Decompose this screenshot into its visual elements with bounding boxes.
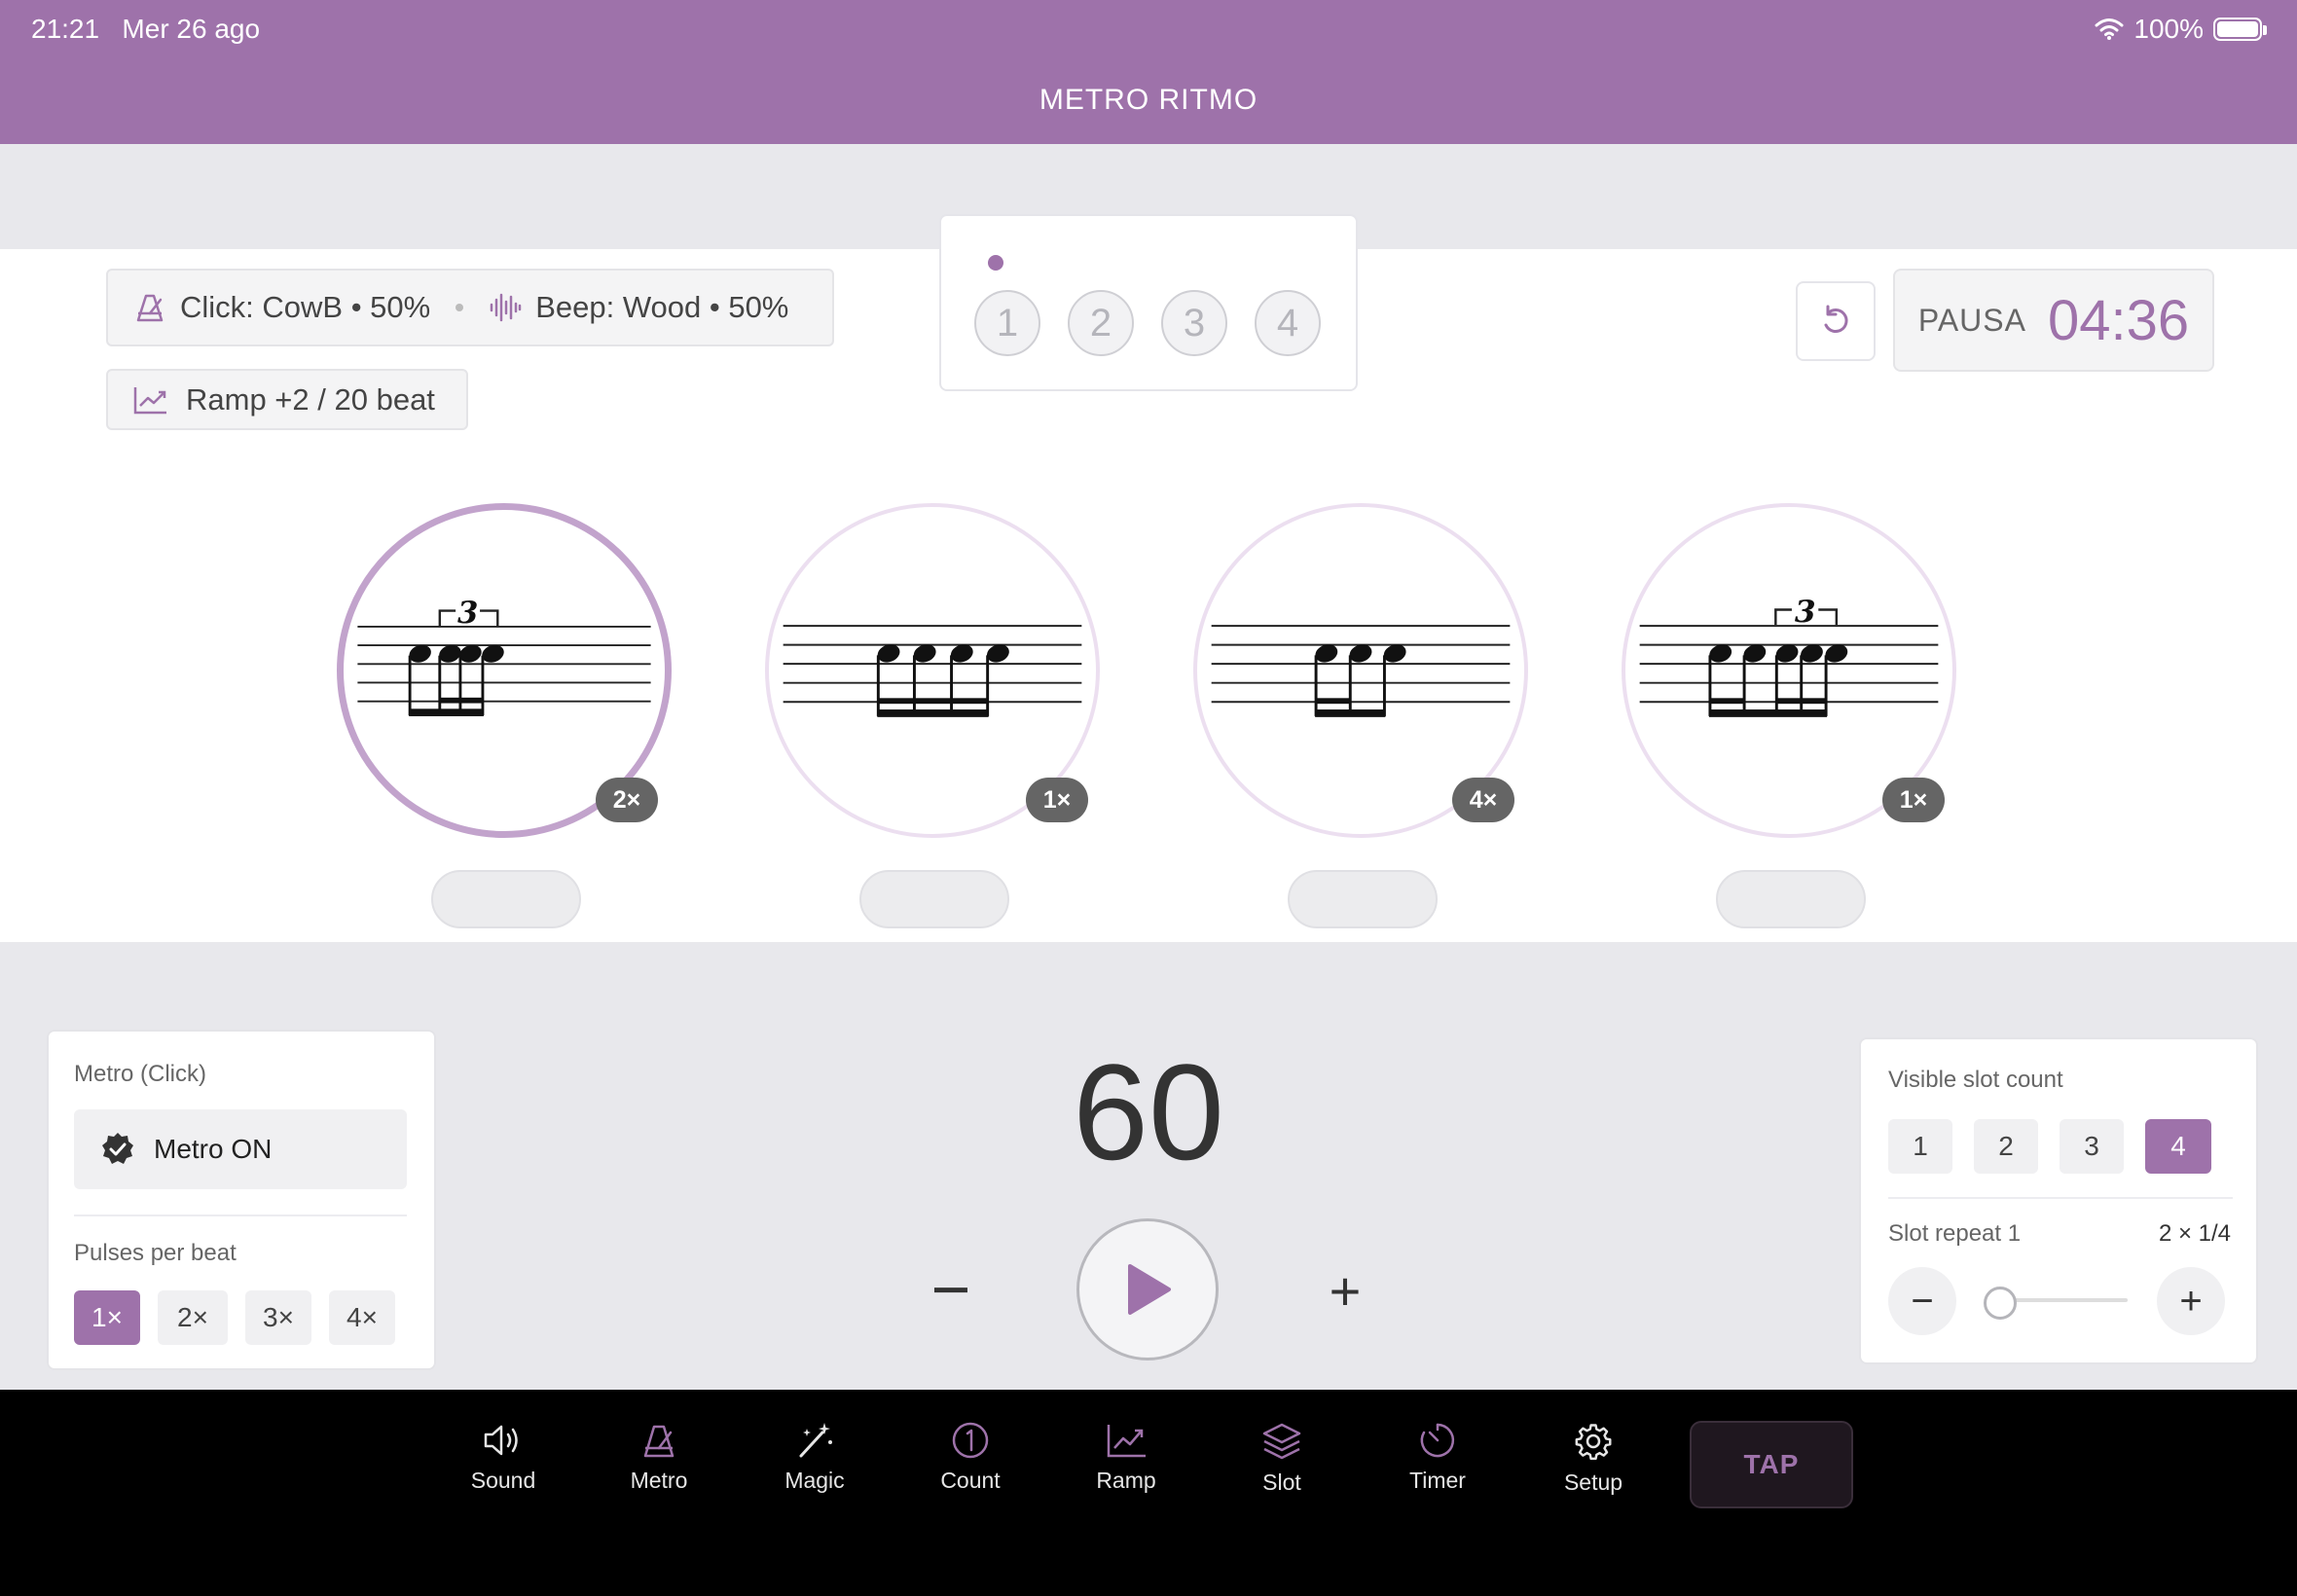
pulse-4x-button[interactable]: 4×	[329, 1290, 395, 1345]
nav-count[interactable]: Count	[907, 1421, 1034, 1494]
beat-3: 3	[1161, 290, 1227, 356]
tap-tempo-button[interactable]: TAP	[1690, 1421, 1853, 1508]
metro-card: Metro (Click) Metro ON Pulses per beat 1…	[47, 1030, 436, 1370]
slot-settings-card: Visible slot count 1 2 3 4 Slot repeat 1…	[1859, 1037, 2258, 1364]
magic-wand-icon	[799, 1423, 832, 1458]
nav-count-label: Count	[940, 1468, 1001, 1493]
metronome-icon	[136, 294, 164, 322]
bottom-nav: Sound Metro Magic Count Ramp Slot Timer …	[0, 1390, 2297, 1596]
slot-repeat-slider-track[interactable]	[2001, 1298, 2128, 1302]
status-clock: 21:21	[31, 14, 100, 44]
slot-4-repeat-badge[interactable]: 1×	[1882, 778, 1945, 822]
nav-metro[interactable]: Metro	[596, 1421, 722, 1494]
nav-slot[interactable]: Slot	[1219, 1421, 1345, 1496]
beat-2: 2	[1068, 290, 1134, 356]
nav-timer[interactable]: Timer	[1374, 1421, 1501, 1494]
slot-repeat-value: 2 × 1/4	[2158, 1220, 2231, 1247]
battery-percent: 100%	[2133, 14, 2204, 44]
timer-icon	[1420, 1423, 1455, 1458]
nav-sound-label: Sound	[470, 1468, 536, 1493]
timer-status-label: PAUSA	[1917, 302, 2026, 338]
reset-icon	[1824, 305, 1848, 333]
visible-slot-count-label: Visible slot count	[1888, 1067, 2063, 1093]
divider	[74, 1215, 407, 1216]
pulses-label: Pulses per beat	[74, 1240, 237, 1266]
slot-1-repeat-badge[interactable]: 2×	[596, 778, 658, 822]
slot-3-pill[interactable]	[1288, 870, 1438, 928]
nav-ramp[interactable]: Ramp	[1063, 1421, 1189, 1494]
divider	[1888, 1197, 2233, 1199]
nav-ramp-label: Ramp	[1096, 1468, 1156, 1493]
slot-repeat-slider-thumb[interactable]	[1984, 1287, 2017, 1320]
slot-count-3-button[interactable]: 3	[2060, 1119, 2124, 1174]
slot-count-4-button[interactable]: 4	[2145, 1119, 2211, 1174]
slot-count-2-button[interactable]: 2	[1974, 1119, 2038, 1174]
tuplet-number: 3	[1795, 595, 1816, 630]
sound-settings-chip[interactable]: Click: CowB • 50% Beep: Wood • 50%	[106, 269, 834, 346]
nav-slot-label: Slot	[1262, 1469, 1301, 1495]
tempo-increase-button[interactable]: +	[1314, 1260, 1376, 1322]
slot-1-pill[interactable]	[431, 870, 581, 928]
waveform-icon	[490, 293, 522, 322]
slot-2-repeat-badge[interactable]: 1×	[1026, 778, 1088, 822]
slot-repeat-increase-button[interactable]: +	[2157, 1267, 2225, 1335]
beat-indicator-card: 1 2 3 4	[939, 214, 1358, 391]
ramp-chart-icon	[133, 386, 166, 414]
pulse-1x-button[interactable]: 1×	[74, 1290, 140, 1345]
status-time: 21:21 Mer 26 ago	[31, 14, 260, 45]
status-date: Mer 26 ago	[122, 14, 261, 44]
slot-4-pill[interactable]	[1716, 870, 1866, 928]
slot-count-1-button[interactable]: 1	[1888, 1119, 1952, 1174]
check-badge-icon	[102, 1133, 133, 1164]
nav-metro-label: Metro	[630, 1468, 688, 1493]
nav-sound[interactable]: Sound	[440, 1421, 566, 1494]
pulse-3x-button[interactable]: 3×	[245, 1290, 311, 1345]
bpm-display: 60	[1073, 1035, 1224, 1188]
separator-dot	[456, 304, 464, 311]
slot-repeat-label: Slot repeat 1	[1888, 1220, 2022, 1247]
layers-icon	[1262, 1423, 1301, 1460]
app-header: 21:21 Mer 26 ago 100% METRO RITMO	[0, 0, 2297, 144]
nav-magic[interactable]: Magic	[751, 1421, 878, 1494]
status-right: 100%	[2095, 14, 2267, 45]
tempo-decrease-button[interactable]: −	[920, 1251, 982, 1327]
nav-timer-label: Timer	[1409, 1468, 1466, 1493]
slot-3-repeat-badge[interactable]: 4×	[1452, 778, 1514, 822]
beat-active-dot	[988, 255, 1003, 271]
slot-2-pill[interactable]	[859, 870, 1009, 928]
play-icon	[1128, 1264, 1171, 1315]
nav-setup-label: Setup	[1563, 1469, 1623, 1495]
battery-icon	[2213, 18, 2267, 41]
play-button[interactable]	[1076, 1218, 1219, 1360]
beat-4: 4	[1255, 290, 1321, 356]
beat-1: 1	[974, 290, 1040, 356]
wifi-icon	[2095, 18, 2124, 40]
timer-value: 04:36	[2047, 288, 2190, 352]
nav-setup[interactable]: Setup	[1530, 1421, 1657, 1496]
speaker-icon	[484, 1425, 518, 1456]
beep-sound-label: Beep: Wood • 50%	[535, 290, 789, 324]
tuplet-number: 3	[457, 596, 478, 631]
nav-magic-label: Magic	[784, 1468, 845, 1493]
metro-toggle-label: Metro ON	[154, 1134, 273, 1164]
reset-timer-button[interactable]	[1796, 281, 1876, 361]
metro-card-title: Metro (Click)	[74, 1061, 206, 1087]
timer-display[interactable]: PAUSA 04:36	[1893, 269, 2214, 372]
gear-icon	[1575, 1424, 1612, 1461]
metro-toggle[interactable]: Metro ON	[74, 1109, 407, 1189]
metronome-icon	[643, 1425, 675, 1458]
ramp-chip[interactable]: Ramp +2 / 20 beat	[106, 369, 468, 430]
pulse-2x-button[interactable]: 2×	[158, 1290, 228, 1345]
slot-repeat-decrease-button[interactable]: −	[1888, 1267, 1956, 1335]
app-title: METRO RITMO	[1039, 84, 1258, 116]
ramp-label: Ramp +2 / 20 beat	[186, 381, 435, 417]
ramp-chart-icon	[1107, 1425, 1146, 1458]
click-sound-label: Click: CowB • 50%	[180, 290, 431, 324]
count-circle-icon	[952, 1422, 989, 1459]
